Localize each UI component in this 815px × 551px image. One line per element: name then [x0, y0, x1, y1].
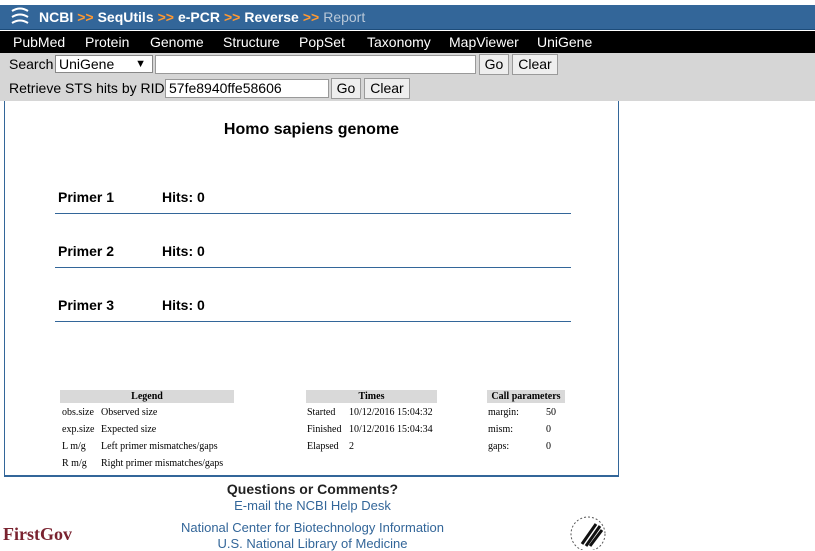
primer-row: Primer 1 Hits: 0	[55, 189, 571, 214]
legend-desc: Observed size	[101, 407, 158, 418]
nav-pubmed[interactable]: PubMed	[13, 34, 65, 50]
nav-unigene[interactable]: UniGene	[537, 34, 592, 50]
nav-taxonomy[interactable]: Taxonomy	[367, 34, 431, 50]
primer-hits: Hits: 0	[162, 189, 205, 205]
legend-header: Legend	[60, 390, 234, 403]
primer-row: Primer 3 Hits: 0	[55, 297, 571, 322]
rid-bar: Retrieve STS hits by RID: 57fe8940ffe586…	[0, 77, 815, 101]
params-header: Call parameters	[487, 390, 565, 403]
nav-genome[interactable]: Genome	[150, 34, 204, 50]
rid-clear-button[interactable]: Clear	[364, 78, 410, 99]
ncbi-helix-icon[interactable]	[9, 7, 31, 27]
dropdown-arrow-icon: ▼	[135, 58, 146, 70]
params-key: mism:	[488, 424, 514, 435]
database-select-value: UniGene	[59, 56, 115, 72]
legend-key: exp.size	[62, 424, 95, 435]
footer-question: Questions or Comments?	[226, 481, 399, 497]
primer-row: Primer 2 Hits: 0	[55, 243, 571, 268]
nav-popset[interactable]: PopSet	[299, 34, 345, 50]
breadcrumb-separator: >>	[223, 9, 241, 25]
database-select[interactable]: UniGene ▼	[55, 55, 153, 73]
legend-desc: Left primer mismatches/gaps	[101, 441, 218, 452]
search-bar: Search UniGene ▼ Go Clear	[0, 53, 815, 77]
params-value: 0	[546, 441, 551, 452]
primer-name: Primer 3	[58, 297, 115, 313]
hhs-seal-icon[interactable]	[568, 514, 608, 550]
genome-title: Homo sapiens genome	[223, 121, 400, 138]
primer-name: Primer 1	[58, 189, 115, 205]
breadcrumb-sequtils[interactable]: SeqUtils	[98, 9, 154, 25]
breadcrumb-separator: >>	[77, 9, 94, 25]
params-value: 0	[546, 424, 551, 435]
times-key: Finished	[307, 424, 342, 435]
database-nav: PubMed Protein Genome Structure PopSet T…	[0, 31, 815, 53]
firstgov-logo[interactable]: FirstGov	[3, 524, 72, 545]
nav-protein[interactable]: Protein	[85, 34, 129, 50]
rid-input[interactable]: 57fe8940ffe58606	[165, 79, 329, 98]
breadcrumb-epcr[interactable]: e-PCR	[178, 9, 220, 25]
rid-label: Retrieve STS hits by RID:	[9, 80, 169, 96]
params-key: gaps:	[488, 441, 510, 452]
times-header: Times	[306, 390, 437, 403]
breadcrumb-report: Report	[323, 9, 366, 25]
rid-go-button[interactable]: Go	[331, 78, 361, 99]
breadcrumb-separator: >>	[157, 9, 174, 25]
breadcrumb-ncbi[interactable]: NCBI	[39, 9, 73, 25]
legend-key: obs.size	[62, 407, 94, 418]
breadcrumb-reverse[interactable]: Reverse	[244, 9, 299, 25]
legend-key: R m/g	[62, 458, 87, 469]
legend-key: L m/g	[62, 441, 86, 452]
params-key: margin:	[488, 407, 519, 418]
legend-desc: Right primer mismatches/gaps	[101, 458, 224, 469]
primer-hits: Hits: 0	[162, 243, 205, 259]
search-input[interactable]	[155, 55, 476, 74]
report-panel: Homo sapiens genome Primer 1 Hits: 0 Pri…	[4, 101, 619, 477]
search-clear-button[interactable]: Clear	[512, 54, 558, 75]
times-value: 10/12/2016 15:04:32	[349, 407, 433, 418]
times-key: Elapsed	[307, 441, 339, 452]
primer-name: Primer 2	[58, 243, 115, 259]
search-label: Search	[9, 56, 54, 72]
helpdesk-link[interactable]: E-mail the NCBI Help Desk	[0, 498, 625, 513]
breadcrumb-bar: NCBI >> SeqUtils >> e-PCR >> Reverse >> …	[0, 5, 815, 30]
times-value: 10/12/2016 15:04:34	[349, 424, 433, 435]
nav-mapviewer[interactable]: MapViewer	[449, 34, 519, 50]
nav-structure[interactable]: Structure	[223, 34, 280, 50]
ncbi-center-link[interactable]: National Center for Biotechnology Inform…	[0, 520, 625, 535]
times-value: 2	[349, 441, 354, 452]
search-go-button[interactable]: Go	[479, 54, 509, 75]
legend-desc: Expected size	[101, 424, 157, 435]
breadcrumb-separator: >>	[302, 9, 320, 25]
primer-hits: Hits: 0	[162, 297, 205, 313]
times-key: Started	[307, 407, 336, 418]
params-value: 50	[546, 407, 556, 418]
